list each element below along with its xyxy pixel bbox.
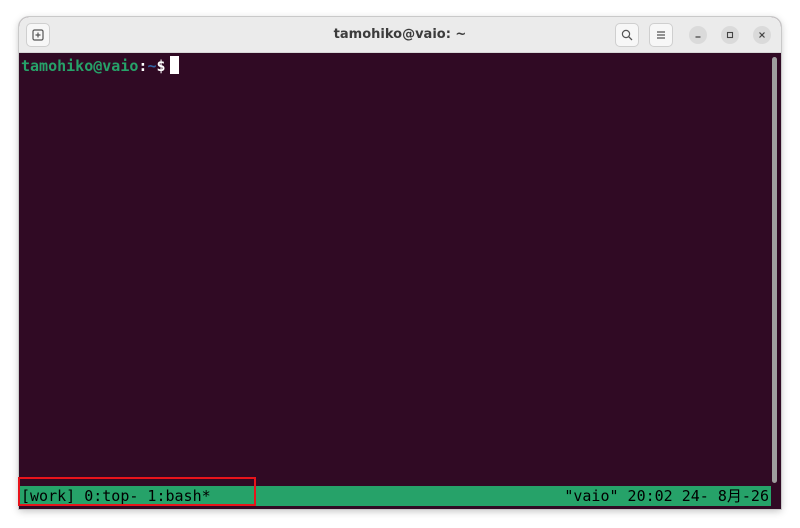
hamburger-menu-icon [657,31,665,39]
close-button[interactable] [753,26,771,44]
prompt-user-host: tamohiko@vaio [21,57,139,75]
terminal-output[interactable]: tamohiko@vaio:~$ [19,53,771,509]
prompt-symbol: $ [156,57,166,75]
maximize-button[interactable] [721,26,739,44]
shell-prompt: tamohiko@vaio:~$ [21,56,179,76]
text-cursor [169,56,179,74]
minimize-icon [695,36,701,38]
new-tab-button[interactable] [26,23,50,47]
maximize-icon [726,31,734,39]
close-icon [759,32,765,38]
tmux-status-right: "vaio" 20:02 24- 8月-26 [564,487,769,505]
search-button[interactable] [615,23,639,47]
terminal-scrollbar[interactable] [772,57,777,483]
highlight-annotation-box [18,477,256,506]
terminal-window: tamohiko@vaio: ~ tamohiko@vaio:~$ [work]… [19,17,781,509]
new-tab-icon [32,29,44,41]
search-icon [621,29,633,41]
menu-button[interactable] [649,23,673,47]
minimize-button[interactable] [689,26,707,44]
title-bar[interactable]: tamohiko@vaio: ~ [19,17,781,53]
